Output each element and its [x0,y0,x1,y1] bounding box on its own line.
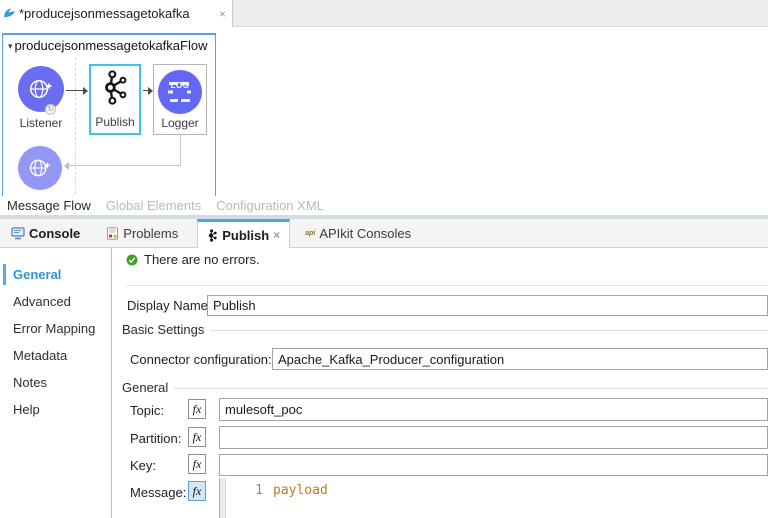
general-group-header: General [122,380,768,395]
console-icon [11,226,25,239]
http-listener-icon[interactable]: ↻ [18,66,64,115]
tab-apikit-consoles[interactable]: api APIkit Consoles [296,219,420,247]
key-fx-button[interactable]: fx [188,454,206,474]
success-check-icon [126,254,138,265]
editor-tab-title: *producejsonmessagetokafka [19,6,190,21]
globe-icon [29,79,53,99]
editor-tab-producejsonmessagetokafka[interactable]: *producejsonmessagetokafka × [0,0,233,27]
apikit-icon: api [305,229,316,237]
problems-icon [107,226,119,240]
sidebar-item-general[interactable]: General [0,261,111,288]
collapse-chevron-icon[interactable]: ▾ [8,41,13,51]
display-name-label: Display Name: [127,298,212,313]
line-number: 1 [255,483,263,498]
message-flow-canvas: ▾ producejsonmessagetokafkaFlow ↻ Listene… [0,27,768,196]
topic-input[interactable] [219,398,768,421]
partition-fx-button[interactable]: fx [188,427,206,447]
logger-icon-text: LOG [170,81,190,90]
listener-node-label: Listener [19,116,63,130]
sidebar-item-notes[interactable]: Notes [0,369,111,396]
connector-configuration-label: Connector configuration: [130,352,272,367]
publish-node[interactable]: Publish [89,64,141,135]
validation-status: There are no errors. [126,252,260,267]
canvas-tab-bar: Message Flow Global Elements Configurati… [0,196,768,215]
key-row: Key: fx [113,454,768,476]
sidebar-item-advanced[interactable]: Advanced [0,288,111,315]
kafka-icon [105,70,127,105]
properties-content: There are no errors. Display Name: Basic… [113,248,768,518]
response-connector-arrow [64,162,181,170]
partition-input[interactable] [219,426,768,449]
logger-icon: LOG [158,70,202,114]
code-token-payload: payload [273,483,328,498]
partition-row: Partition: fx [113,426,768,449]
tab-publish[interactable]: Publish × [197,219,291,248]
basic-settings-group-header: Basic Settings [122,322,768,337]
source-response-node[interactable] [18,146,62,190]
mule-config-icon [4,8,15,18]
logger-node-label: Logger [161,116,199,130]
topic-fx-button[interactable]: fx [188,399,206,419]
logger-node[interactable]: LOG Logger [153,64,207,135]
display-name-row: Display Name: [113,295,768,316]
anypoint-studio-window: *producejsonmessagetokafka × ▾ producejso… [0,0,768,518]
publish-tab-close-icon[interactable]: × [273,228,280,242]
tab-global-elements[interactable]: Global Elements [106,198,201,213]
status-text: There are no errors. [144,252,260,267]
group-rule [210,330,768,331]
editor-tab-close-icon[interactable]: × [219,7,226,21]
topic-label: Topic: [130,403,164,418]
tab-message-flow[interactable]: Message Flow [7,198,91,213]
globe-light-icon[interactable] [18,146,62,190]
message-code-editor[interactable]: 1 payload [219,478,768,518]
view-tab-bar: Console Problems Publish × api APIkit Co… [0,219,768,248]
properties-panel: General Advanced Error Mapping Metadata … [0,248,768,518]
message-fx-button[interactable]: fx [188,481,206,501]
code-line: 1 payload [220,483,768,498]
topic-row: Topic: fx [113,398,768,421]
sidebar-item-help[interactable]: Help [0,396,111,423]
partition-label: Partition: [130,431,182,446]
tab-console[interactable]: Console [2,219,89,247]
message-label: Message: [130,485,187,500]
sidebar-item-metadata[interactable]: Metadata [0,342,111,369]
flow-title[interactable]: ▾ producejsonmessagetokafkaFlow [8,38,207,53]
properties-sidebar: General Advanced Error Mapping Metadata … [0,248,112,518]
message-row: Message: fx 1 payload [113,478,768,518]
reply-badge-icon: ↻ [45,104,56,115]
publish-node-label: Publish [95,115,135,129]
tab-problems[interactable]: Problems [97,219,187,247]
group-rule [174,388,768,389]
key-input[interactable] [219,454,768,476]
response-connector [180,135,181,165]
flow-arrow [66,87,88,95]
sidebar-item-error-mapping[interactable]: Error Mapping [0,315,111,342]
connector-configuration-row: Connector configuration: [113,348,768,370]
display-name-input[interactable] [207,295,768,316]
connector-configuration-input[interactable] [272,348,768,370]
kafka-small-icon [209,228,217,242]
key-label: Key: [130,458,157,473]
flow-arrow [143,87,153,95]
flow-container[interactable]: ▾ producejsonmessagetokafkaFlow ↻ Listene… [2,33,216,196]
listener-node[interactable]: ↻ Listener [18,66,64,130]
editor-tab-bar: *producejsonmessagetokafka × [0,0,768,27]
tab-configuration-xml[interactable]: Configuration XML [216,198,324,213]
divider [126,285,768,286]
